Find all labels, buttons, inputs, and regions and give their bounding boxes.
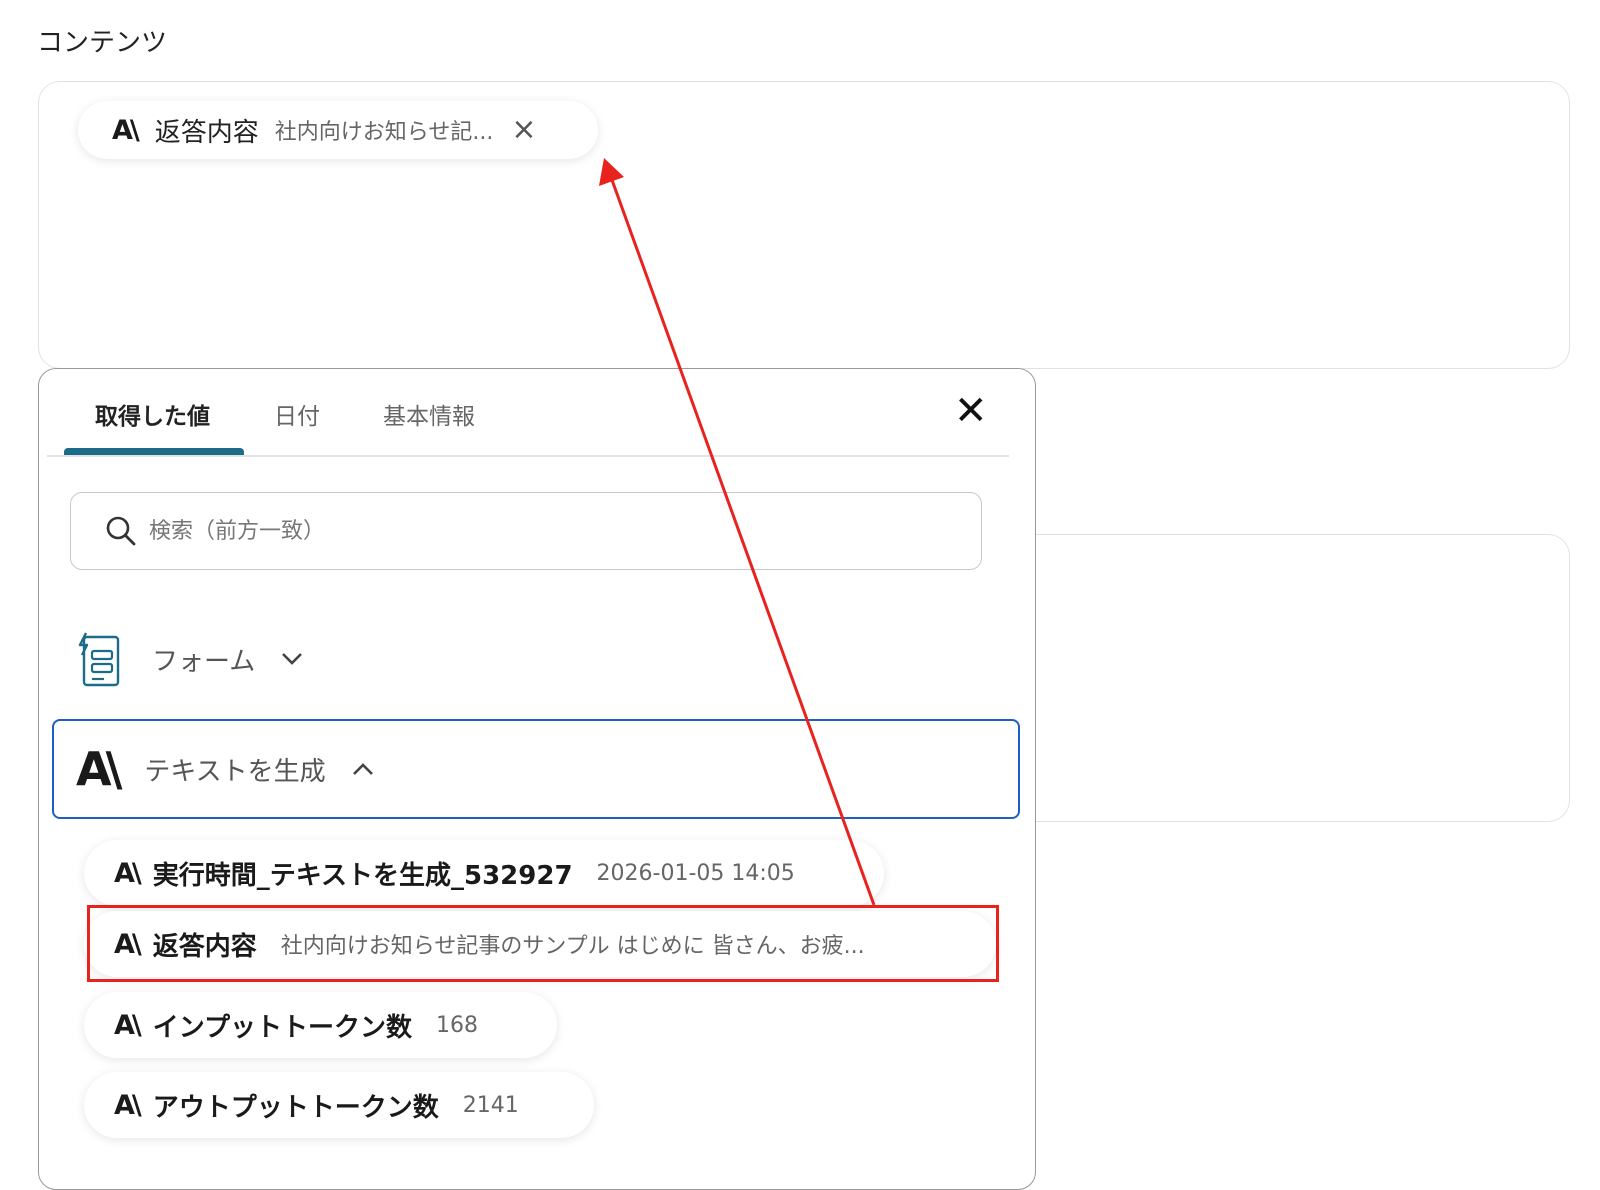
item-label: 返答内容 xyxy=(152,931,257,962)
tab-date[interactable]: 日付 xyxy=(274,397,320,431)
tab-basic-info[interactable]: 基本情報 xyxy=(383,397,475,431)
group-form[interactable]: フォーム xyxy=(52,609,1020,709)
item-value: 2141 xyxy=(462,1092,519,1118)
tab-bar: 取得した値 日付 基本情報 xyxy=(39,369,1035,457)
close-icon[interactable]: × xyxy=(511,115,536,145)
ai-logo-icon: A\ xyxy=(114,1089,142,1121)
item-label: 実行時間_テキストを生成_532927 xyxy=(152,860,573,891)
search-box[interactable] xyxy=(70,492,982,570)
form-icon xyxy=(78,632,120,687)
selected-value-chip[interactable]: A\ 返答内容 社内向けお知らせ記... × xyxy=(78,101,598,159)
chip-label: 返答内容 xyxy=(154,117,259,148)
tab-divider xyxy=(47,455,1009,457)
ai-logo-icon: A\ xyxy=(112,114,140,146)
list-item[interactable]: A\ 実行時間_テキストを生成_532927 2026-01-05 14:05 xyxy=(84,840,884,906)
search-input[interactable] xyxy=(147,517,951,545)
list-item[interactable]: A\ インプットトークン数 168 xyxy=(84,992,557,1058)
item-label: インプットトークン数 xyxy=(152,1012,412,1043)
group-form-label: フォーム xyxy=(152,646,256,677)
item-value: 2026-01-05 14:05 xyxy=(596,860,795,886)
item-label: アウトプットトークン数 xyxy=(152,1092,439,1123)
chevron-up-icon xyxy=(352,763,373,775)
ai-logo-icon: A\ xyxy=(114,928,142,960)
chevron-down-icon xyxy=(282,653,303,665)
secondary-field[interactable] xyxy=(990,534,1570,822)
list-item[interactable]: A\ 返答内容 社内向けお知らせ記事のサンプル はじめに 皆さん、お疲... xyxy=(84,911,996,977)
item-value: 社内向けお知らせ記事のサンプル はじめに 皆さん、お疲... xyxy=(280,934,865,959)
ai-logo-icon: A\ xyxy=(114,857,142,889)
group-generate-text-label: テキストを生成 xyxy=(144,756,326,787)
value-picker-panel: 取得した値 日付 基本情報 ✕ フォーム A\ テキストを生成 xyxy=(38,368,1036,1190)
group-generate-text[interactable]: A\ テキストを生成 xyxy=(52,719,1020,819)
item-value: 168 xyxy=(436,1012,478,1038)
search-icon xyxy=(106,516,136,546)
section-title: コンテンツ xyxy=(37,28,168,58)
ai-logo-icon: A\ xyxy=(76,742,122,796)
list-item[interactable]: A\ アウトプットトークン数 2141 xyxy=(84,1072,594,1138)
ai-logo-icon: A\ xyxy=(114,1009,142,1041)
tab-acquired-values[interactable]: 取得した値 xyxy=(95,397,210,431)
chip-value: 社内向けお知らせ記... xyxy=(274,120,494,145)
active-tab-indicator xyxy=(64,448,244,455)
close-icon[interactable]: ✕ xyxy=(954,391,988,431)
